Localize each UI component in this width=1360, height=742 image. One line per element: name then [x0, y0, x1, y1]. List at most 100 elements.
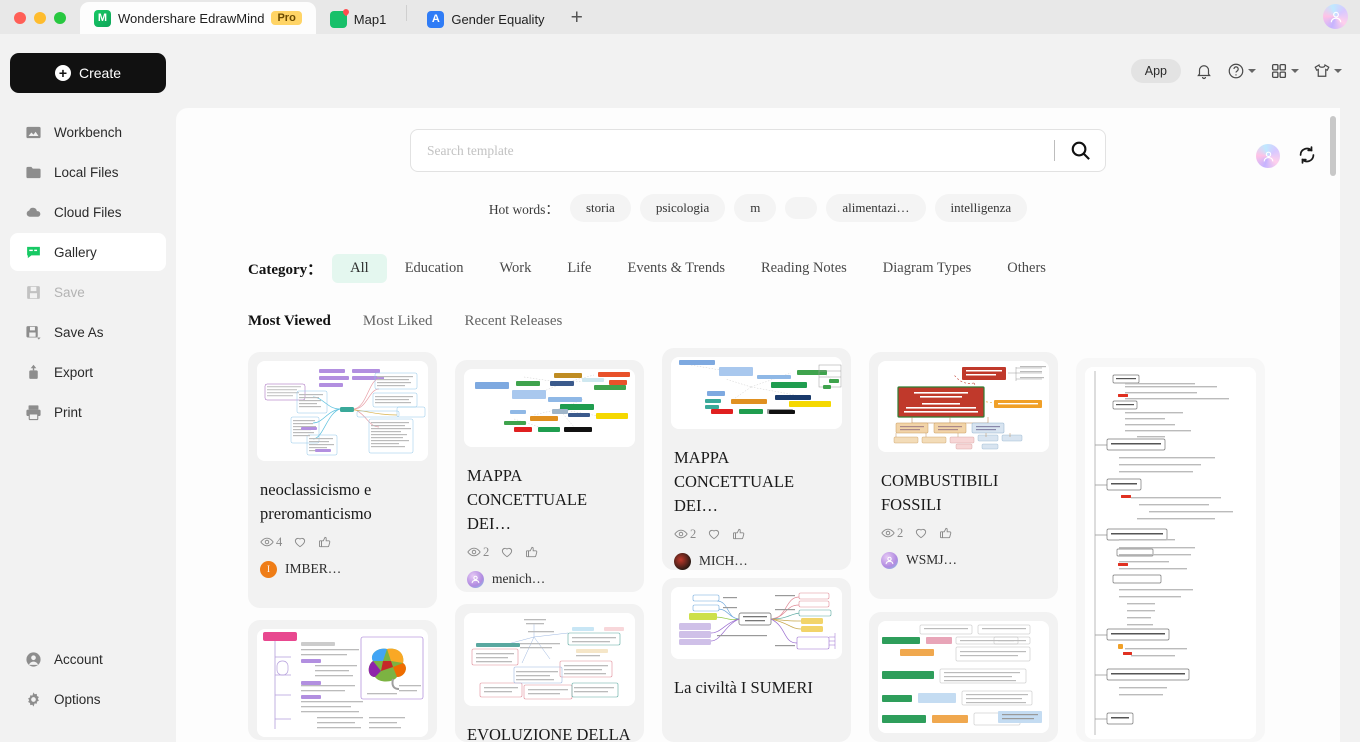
like-button[interactable]: [293, 535, 307, 549]
sidebar-item-workbench[interactable]: Workbench: [10, 113, 166, 151]
thumbs-up-button[interactable]: [732, 527, 746, 541]
template-author[interactable]: WSMJ…: [869, 541, 1058, 581]
category-others[interactable]: Others: [989, 254, 1064, 283]
template-card[interactable]: MAPPA CONCETTUALE DEI… 2 menich…: [455, 360, 644, 592]
like-button[interactable]: [914, 526, 928, 540]
hot-word-m[interactable]: m: [734, 194, 777, 222]
hot-word-blank[interactable]: [785, 197, 818, 219]
thumbs-up-button[interactable]: [318, 535, 332, 549]
top-toolbar: App: [176, 34, 1360, 108]
sidebar-item-options[interactable]: Options: [10, 680, 166, 718]
sidebar-item-cloud-files[interactable]: Cloud Files: [10, 193, 166, 231]
category-education[interactable]: Education: [387, 254, 482, 283]
sort-recent-releases[interactable]: Recent Releases: [465, 313, 563, 330]
tab-label: Gender Equality: [451, 11, 545, 27]
template-card[interactable]: [248, 620, 437, 740]
category-events-trends[interactable]: Events & Trends: [610, 254, 744, 283]
template-card[interactable]: EVOLUZIONE DELLA: [455, 604, 644, 742]
search-input[interactable]: [411, 142, 1054, 159]
template-author[interactable]: menich…: [455, 560, 644, 592]
category-work[interactable]: Work: [481, 254, 549, 283]
hot-word-alimentazione[interactable]: alimentazi…: [826, 194, 926, 222]
tab-edrawmind[interactable]: M Wondershare EdrawMind Pro: [80, 2, 316, 34]
account-icon: [25, 651, 42, 668]
bell-icon[interactable]: [1195, 62, 1213, 80]
category-all[interactable]: All: [332, 254, 387, 283]
tab-map1[interactable]: Map1: [316, 4, 401, 34]
views-count: 2: [467, 545, 489, 560]
sidebar-item-local-files[interactable]: Local Files: [10, 153, 166, 191]
new-tab-button[interactable]: +: [559, 7, 595, 34]
views-count: 2: [881, 526, 903, 541]
chevron-down-icon: [1291, 69, 1299, 73]
views-value: 2: [897, 525, 904, 540]
heart-icon: [295, 538, 306, 548]
hot-word-intelligenza[interactable]: intelligenza: [934, 194, 1028, 222]
help-icon[interactable]: [1227, 62, 1256, 80]
category-life[interactable]: Life: [549, 254, 609, 283]
hot-word-psicologia[interactable]: psicologia: [639, 194, 726, 222]
refresh-icon[interactable]: [1296, 144, 1318, 166]
author-avatar: [467, 570, 484, 588]
category-diagram-types[interactable]: Diagram Types: [865, 254, 990, 283]
template-card[interactable]: neoclassicismo e preromanticismo 4 I IMB…: [248, 352, 437, 608]
map-icon: [329, 10, 347, 28]
template-card[interactable]: La civiltà I SUMERI: [662, 578, 851, 742]
template-thumbnail: [257, 361, 428, 461]
workbench-icon: [25, 124, 42, 141]
sidebar-item-label: Save As: [54, 324, 104, 340]
template-card[interactable]: [1076, 358, 1265, 742]
close-window-button[interactable]: [14, 12, 26, 24]
window-controls[interactable]: [0, 12, 80, 34]
views-value: 2: [483, 544, 490, 559]
eye-icon: [881, 529, 895, 538]
sidebar-item-label: Gallery: [54, 244, 97, 260]
panel-scrollbar-thumb[interactable]: [1330, 116, 1336, 176]
thumbs-up-icon: [733, 529, 745, 540]
sidebar-item-export[interactable]: Export: [10, 353, 166, 391]
eye-icon: [260, 538, 274, 547]
edrawmind-icon: M: [94, 9, 111, 27]
template-card[interactable]: MAPPA CONCETTUALE DEI… 2 MICH…: [662, 348, 851, 570]
create-button[interactable]: + Create: [10, 53, 166, 93]
gear-icon: [25, 691, 42, 708]
sort-most-liked[interactable]: Most Liked: [363, 313, 433, 330]
search-box[interactable]: [410, 129, 1106, 172]
sidebar-item-gallery[interactable]: Gallery: [10, 233, 166, 271]
gallery-user-avatar[interactable]: [1256, 144, 1280, 168]
search-button[interactable]: [1055, 139, 1105, 162]
views-count: 2: [674, 527, 696, 542]
template-thumbnail: [671, 587, 842, 659]
user-avatar[interactable]: [1323, 4, 1348, 29]
sidebar-item-save-as[interactable]: Save As: [10, 313, 166, 351]
template-card[interactable]: [869, 612, 1058, 742]
eye-icon: [674, 530, 688, 539]
thumbs-up-button[interactable]: [939, 526, 953, 540]
views-value: 2: [690, 526, 697, 541]
sidebar-item-print[interactable]: Print: [10, 393, 166, 431]
apps-grid-icon[interactable]: [1270, 62, 1299, 80]
template-card[interactable]: COMBUSTIBILI FOSSILI 2 WSMJ…: [869, 352, 1058, 599]
template-author[interactable]: MICH…: [662, 542, 851, 570]
author-name: IMBER…: [285, 561, 342, 577]
template-title: MAPPA CONCETTUALE DEI…: [674, 448, 795, 515]
like-button[interactable]: [500, 545, 514, 559]
category-reading-notes[interactable]: Reading Notes: [743, 254, 865, 283]
template-author[interactable]: I IMBER…: [248, 550, 437, 590]
like-button[interactable]: [707, 527, 721, 541]
tab-gender-equality[interactable]: A Gender Equality: [413, 4, 558, 34]
theme-shirt-icon[interactable]: [1313, 62, 1342, 80]
minimize-window-button[interactable]: [34, 12, 46, 24]
author-name: menich…: [492, 571, 546, 587]
sidebar-item-label: Save: [54, 284, 85, 300]
sidebar-item-save[interactable]: Save: [10, 273, 166, 311]
thumbs-up-button[interactable]: [525, 545, 539, 559]
sort-most-viewed[interactable]: Most Viewed: [248, 313, 331, 330]
maximize-window-button[interactable]: [54, 12, 66, 24]
app-button[interactable]: App: [1130, 59, 1181, 83]
panel-scrollbar-track[interactable]: [1330, 116, 1336, 734]
hot-word-storia[interactable]: storia: [569, 194, 631, 222]
sidebar-bottom-nav: Account Options: [0, 638, 176, 742]
sidebar-item-account[interactable]: Account: [10, 640, 166, 678]
template-title: La civiltà I SUMERI: [674, 678, 813, 697]
